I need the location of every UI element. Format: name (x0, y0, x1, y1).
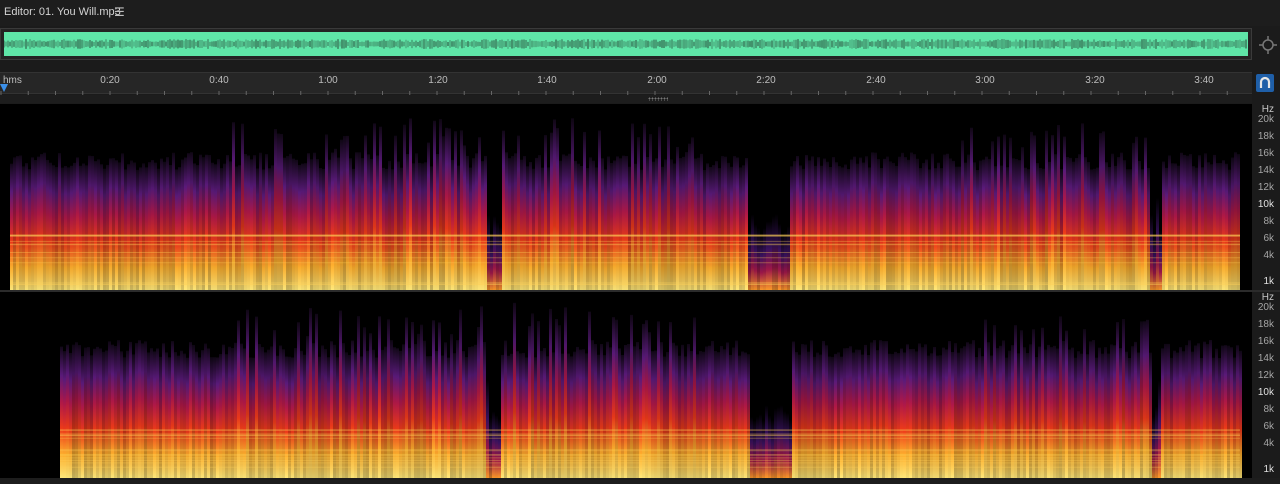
ruler-time-label: 3:40 (1194, 75, 1214, 86)
overview-waveform (4, 32, 1248, 56)
ruler-time-label: 0:40 (209, 75, 229, 86)
frequency-label: 1k (1263, 464, 1274, 475)
frequency-label: 14k (1257, 353, 1274, 364)
frequency-scale-left[interactable]: Hz 20k 18k 16k 14k 12k 10k 8k 6k 4k 1k (1252, 104, 1280, 290)
frequency-label: 8k (1263, 404, 1274, 415)
ruler-time-label: 1:40 (537, 75, 557, 86)
spectral-display-left[interactable] (0, 104, 1252, 290)
bottom-edge (0, 478, 1280, 484)
splitter-grip-icon[interactable] (648, 97, 668, 101)
ruler-time-label: 3:20 (1085, 75, 1105, 86)
snap-toggle-button[interactable] (1256, 74, 1274, 92)
frequency-label: 6k (1263, 421, 1274, 432)
editor-title: Editor: 01. You Will.mp3 (4, 6, 121, 18)
spectral-display-right[interactable] (0, 292, 1252, 478)
ruler-time-label: 0:20 (100, 75, 120, 86)
frequency-label: 14k (1257, 165, 1274, 176)
time-ruler[interactable]: hms 0:20 0:40 1:00 1:20 1:40 2:00 2:20 2:40 3:00… (0, 72, 1252, 95)
frequency-label: 12k (1257, 370, 1274, 381)
overview-navigator[interactable] (0, 28, 1252, 60)
ruler-time-label: 2:20 (756, 75, 776, 86)
frequency-label: 10k (1257, 199, 1274, 210)
frequency-label: 18k (1257, 319, 1274, 330)
magnet-icon (1259, 76, 1271, 88)
frequency-label: 8k (1263, 216, 1274, 227)
ruler-time-label: 1:20 (428, 75, 448, 86)
frequency-scale-right[interactable]: Hz 20k 18k 16k 14k 12k 10k 8k 6k 4k 1k (1252, 292, 1280, 478)
ruler-time-label: 1:00 (318, 75, 338, 86)
ruler-time-label: 3:00 (975, 75, 995, 86)
frequency-label: 4k (1263, 250, 1274, 261)
frequency-label: 10k (1257, 387, 1274, 398)
playhead-marker[interactable] (0, 84, 8, 92)
frequency-label: 16k (1257, 148, 1274, 159)
hamburger-menu-icon[interactable]: ☰ (114, 5, 125, 19)
frequency-label: 6k (1263, 233, 1274, 244)
editor-title-bar (0, 0, 1280, 26)
frequency-label: 20k (1257, 302, 1274, 313)
ruler-ticks (0, 91, 1228, 95)
frequency-label: 16k (1257, 336, 1274, 347)
frequency-label: 18k (1257, 131, 1274, 142)
frequency-label: 20k (1257, 114, 1274, 125)
frequency-label: 12k (1257, 182, 1274, 193)
frequency-label: 1k (1263, 276, 1274, 287)
panel-splitter[interactable] (0, 95, 1252, 103)
ruler-time-label: 2:40 (866, 75, 886, 86)
frequency-label: 4k (1263, 438, 1274, 449)
zoom-navigator-icon[interactable] (1257, 34, 1279, 56)
ruler-time-label: 2:00 (647, 75, 667, 86)
